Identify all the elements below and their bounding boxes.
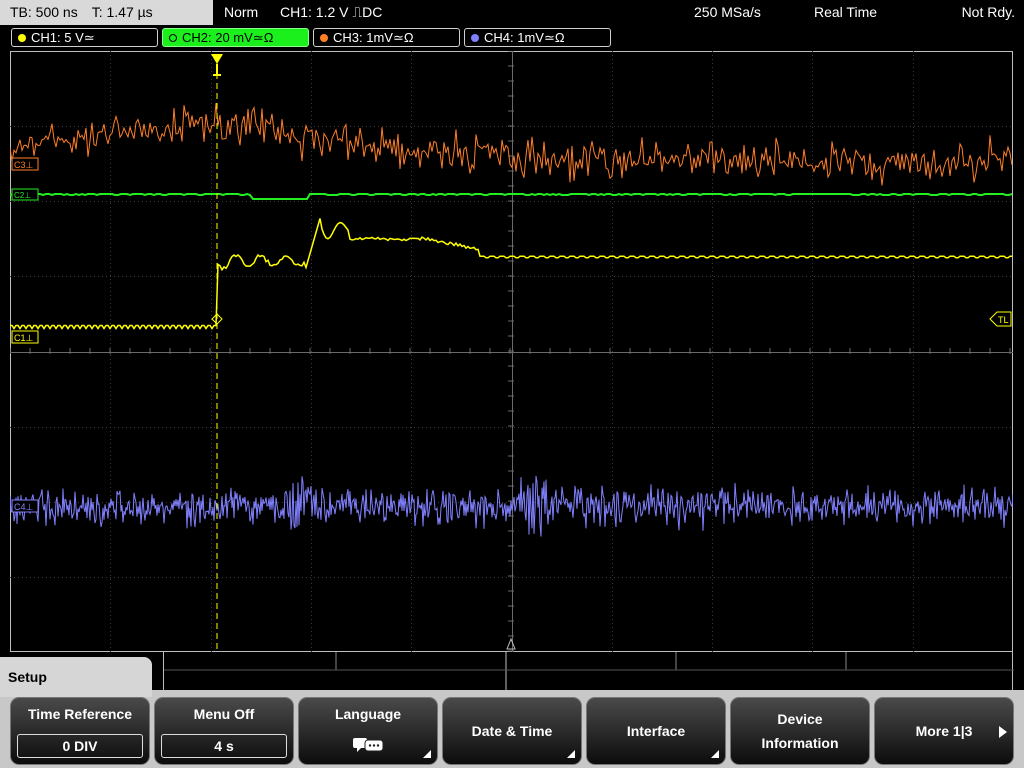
- ch1-tab-label: CH1: 5 V≃: [31, 30, 95, 45]
- ch1-tab[interactable]: CH1: 5 V≃: [11, 28, 158, 47]
- ch1-ground-marker[interactable]: C1⊥: [11, 330, 39, 344]
- ch1-color-dot: [18, 34, 26, 42]
- waveform-display[interactable]: C3⊥ C2⊥ C1⊥ C4⊥ TL: [10, 51, 1013, 652]
- ch3-color-dot: [320, 34, 328, 42]
- svg-text:C1⊥: C1⊥: [14, 333, 34, 343]
- svg-text:C4⊥: C4⊥: [14, 502, 34, 512]
- menu-off-value: 4 s: [161, 734, 287, 758]
- svg-text:C3⊥: C3⊥: [14, 160, 34, 170]
- time-reference-button[interactable]: Time Reference 0 DIV: [10, 697, 150, 765]
- device-information-button[interactable]: Device Information: [730, 697, 870, 765]
- ch2-color-dot: [169, 34, 177, 42]
- date-time-label: Date & Time: [471, 723, 553, 739]
- timebase-box[interactable]: TB: 500 ns T: 1.47 µs: [0, 0, 213, 25]
- submenu-indicator-icon: [711, 750, 719, 758]
- time-reference-label: Time Reference: [27, 706, 132, 722]
- ch2-ground-marker[interactable]: C2⊥: [11, 188, 39, 201]
- ch3-tab[interactable]: CH3: 1mV≃Ω: [313, 28, 460, 47]
- ch2-tab[interactable]: CH2: 20 mV≃Ω: [162, 28, 309, 47]
- time-reference-value: 0 DIV: [17, 734, 143, 758]
- language-label: Language: [334, 706, 402, 722]
- overview-strip: [163, 652, 1014, 692]
- language-button[interactable]: Language: [298, 697, 438, 765]
- more-label: More 1|3: [915, 723, 973, 739]
- ch4-tab[interactable]: CH4: 1mV≃Ω: [464, 28, 611, 47]
- interface-button[interactable]: Interface: [586, 697, 726, 765]
- submenu-indicator-icon: [567, 750, 575, 758]
- ch2-tab-label: CH2: 20 mV≃Ω: [182, 30, 274, 45]
- submenu-indicator-icon: [423, 750, 431, 758]
- svg-text:TL: TL: [998, 315, 1009, 325]
- menu-off-label: Menu Off: [193, 706, 255, 722]
- ch4-ground-marker[interactable]: C4⊥: [11, 499, 39, 513]
- next-page-icon: [999, 726, 1007, 738]
- sample-rate: 250 MSa/s: [694, 4, 761, 20]
- ch3-tab-label: CH3: 1mV≃Ω: [333, 30, 414, 45]
- svg-text:C2⊥: C2⊥: [14, 191, 31, 200]
- ch3-ground-marker[interactable]: C3⊥: [11, 157, 39, 171]
- device-information-label: Device Information: [761, 711, 839, 751]
- more-button[interactable]: More 1|3: [874, 697, 1014, 765]
- trigger-mode[interactable]: Norm: [224, 0, 258, 24]
- ch4-tab-label: CH4: 1mV≃Ω: [484, 30, 565, 45]
- waveform-canvas: C3⊥ C2⊥ C1⊥ C4⊥ TL: [10, 51, 1013, 652]
- trigger-time-label: T: 1.47 µs: [91, 4, 153, 20]
- date-time-button[interactable]: Date & Time: [442, 697, 582, 765]
- speech-bubbles-icon: [353, 738, 384, 752]
- run-state: Not Rdy.: [961, 4, 1015, 20]
- status-bar: TB: 500 ns T: 1.47 µs Norm CH1: 1.2 V ⎍DC…: [0, 0, 1024, 25]
- ch4-color-dot: [471, 34, 479, 42]
- menu-off-button[interactable]: Menu Off 4 s: [154, 697, 294, 765]
- interface-label: Interface: [626, 723, 686, 739]
- acquisition-mode[interactable]: Real Time: [814, 0, 877, 24]
- menu-tab-setup[interactable]: Setup: [0, 657, 152, 697]
- timebase-label: TB: 500 ns: [10, 4, 78, 20]
- trigger-info[interactable]: CH1: 1.2 V ⎍DC: [280, 0, 382, 24]
